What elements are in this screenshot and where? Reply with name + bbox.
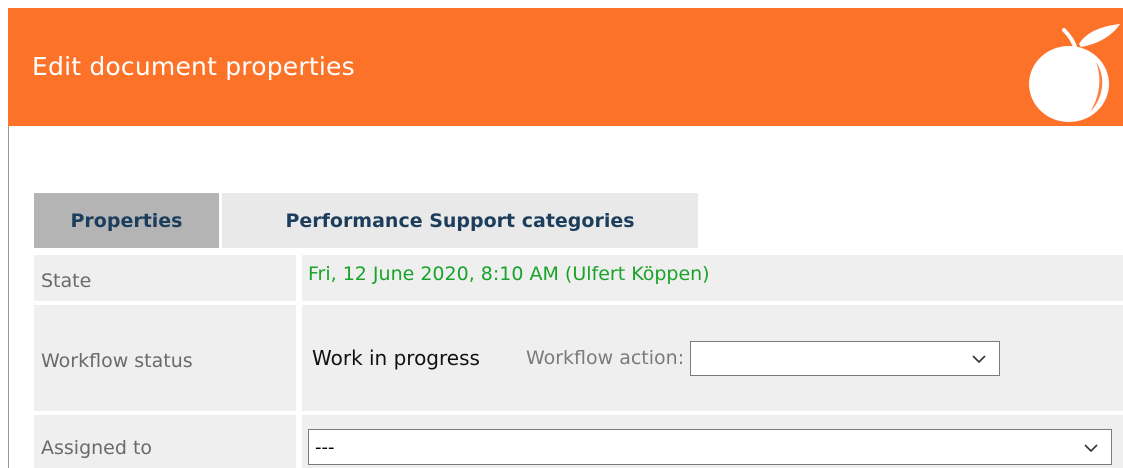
assigned-row: Assigned to --- xyxy=(34,415,1123,468)
state-row: State Fri, 12 June 2020, 8:10 AM (Ulfert… xyxy=(34,255,1123,301)
chevron-down-icon xyxy=(972,355,986,364)
workflow-status-label: Workflow status xyxy=(34,305,296,411)
state-value: Fri, 12 June 2020, 8:10 AM (Ulfert Köppe… xyxy=(308,263,710,285)
workflow-action-label: Workflow action: xyxy=(525,347,685,369)
assigned-value-cell: --- xyxy=(302,415,1123,468)
assigned-to-label: Assigned to xyxy=(34,415,296,468)
top-strip xyxy=(0,0,1123,8)
state-value-cell: Fri, 12 June 2020, 8:10 AM (Ulfert Köppe… xyxy=(302,255,1123,301)
orange-fruit-icon xyxy=(1029,24,1120,122)
workflow-value-cell: Work in progress Workflow action: xyxy=(302,305,1123,411)
dialog-window: Edit document properties Properties Perf… xyxy=(0,0,1123,468)
dialog-title: Edit document properties xyxy=(32,52,355,81)
workflow-row: Workflow status Work in progress Workflo… xyxy=(34,305,1123,411)
workflow-status-value: Work in progress xyxy=(312,346,480,370)
tab-performance-support-categories[interactable]: Performance Support categories xyxy=(222,193,698,248)
assigned-to-selected-value: --- xyxy=(315,436,335,458)
tab-properties[interactable]: Properties xyxy=(34,193,219,248)
workflow-action-select[interactable] xyxy=(690,340,1001,376)
dialog-header: Edit document properties xyxy=(8,8,1123,126)
tab-bar: Properties Performance Support categorie… xyxy=(34,193,698,248)
left-border xyxy=(8,126,9,468)
state-label: State xyxy=(34,255,296,301)
assigned-to-select[interactable]: --- xyxy=(308,429,1112,465)
chevron-down-icon xyxy=(1084,444,1098,453)
